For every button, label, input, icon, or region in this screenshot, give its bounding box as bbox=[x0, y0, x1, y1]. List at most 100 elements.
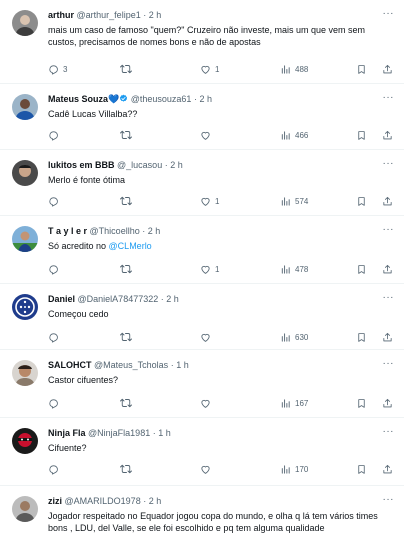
reply-button[interactable]: 3 bbox=[48, 64, 67, 75]
reply-button[interactable] bbox=[48, 398, 63, 409]
reply-button[interactable] bbox=[48, 196, 63, 207]
bookmark-button[interactable] bbox=[356, 64, 367, 75]
avatar[interactable] bbox=[12, 10, 38, 36]
avatar[interactable] bbox=[12, 160, 38, 186]
views-button[interactable]: 466 bbox=[280, 130, 308, 141]
author-handle[interactable]: @arthur_felipe1 bbox=[77, 10, 141, 20]
timestamp[interactable]: 2 h bbox=[199, 94, 212, 104]
share-button[interactable] bbox=[382, 332, 393, 343]
more-dots-icon[interactable]: ··· bbox=[383, 158, 395, 170]
views-button[interactable]: 478 bbox=[280, 264, 308, 275]
more-dots-icon[interactable]: ··· bbox=[383, 494, 395, 506]
author-name[interactable]: SALOHCT bbox=[48, 360, 92, 370]
author-name[interactable]: Daniel bbox=[48, 294, 75, 304]
separator-dot: · bbox=[193, 94, 197, 104]
author-name[interactable]: Mateus Souza bbox=[48, 94, 108, 104]
verified-badge-icon[interactable] bbox=[119, 94, 128, 103]
views-icon bbox=[280, 196, 291, 207]
views-button[interactable]: 167 bbox=[280, 398, 308, 409]
avatar[interactable] bbox=[12, 360, 38, 386]
share-button[interactable] bbox=[382, 398, 393, 409]
avatar[interactable] bbox=[12, 226, 38, 252]
retweet-button[interactable] bbox=[120, 463, 136, 475]
avatar[interactable] bbox=[12, 294, 38, 320]
author-name[interactable]: zizi bbox=[48, 496, 62, 506]
tweet[interactable]: lukitos em BBB @_lucasou · 2 h ··· Merlo… bbox=[0, 150, 404, 216]
share-button[interactable] bbox=[382, 464, 393, 475]
views-button[interactable]: 488 bbox=[280, 64, 308, 75]
reply-button[interactable] bbox=[48, 130, 63, 141]
reply-button[interactable] bbox=[48, 332, 63, 343]
timestamp[interactable]: 2 h bbox=[170, 160, 183, 170]
reply-button[interactable] bbox=[48, 264, 63, 275]
views-button[interactable]: 574 bbox=[280, 196, 308, 207]
author-handle[interactable]: @DanielA78477322 bbox=[78, 294, 159, 304]
share-button[interactable] bbox=[382, 196, 393, 207]
view-count: 466 bbox=[295, 130, 309, 140]
timestamp[interactable]: 2 h bbox=[149, 496, 162, 506]
retweet-button[interactable] bbox=[120, 195, 136, 207]
timestamp[interactable]: 1 h bbox=[158, 428, 171, 438]
views-icon bbox=[280, 398, 291, 409]
more-dots-icon[interactable]: ··· bbox=[383, 358, 395, 370]
bookmark-button[interactable] bbox=[356, 332, 367, 343]
retweet-button[interactable] bbox=[120, 63, 136, 75]
share-button[interactable] bbox=[382, 130, 393, 141]
avatar[interactable] bbox=[12, 94, 38, 120]
retweet-button[interactable] bbox=[120, 263, 136, 275]
author-handle[interactable]: @Mateus_Tcholas bbox=[94, 360, 168, 370]
tweet[interactable]: arthur @arthur_felipe1 · 2 h ··· mais um… bbox=[0, 0, 404, 84]
tweet[interactable]: Ninja Fla @NinjaFla1981 · 1 h ··· Cifuen… bbox=[0, 418, 404, 486]
more-dots-icon[interactable]: ··· bbox=[383, 292, 395, 304]
author-name[interactable]: Ninja Fla bbox=[48, 428, 86, 438]
more-dots-icon[interactable]: ··· bbox=[383, 426, 395, 438]
author-name[interactable]: arthur bbox=[48, 10, 74, 20]
like-button[interactable]: 1 bbox=[200, 196, 219, 207]
author-handle[interactable]: @NinjaFla1981 bbox=[88, 428, 150, 438]
bookmark-button[interactable] bbox=[356, 398, 367, 409]
like-button[interactable] bbox=[200, 130, 215, 141]
more-dots-icon[interactable]: ··· bbox=[383, 8, 395, 20]
like-button[interactable]: 1 bbox=[200, 264, 219, 275]
more-dots-icon[interactable]: ··· bbox=[383, 224, 395, 236]
bookmark-button[interactable] bbox=[356, 264, 367, 275]
bookmark-button[interactable] bbox=[356, 196, 367, 207]
like-button[interactable]: 1 bbox=[200, 64, 219, 75]
tweet[interactable]: T a y l e r @Thicoellho · 2 h ··· Só acr… bbox=[0, 216, 404, 284]
author-handle[interactable]: @AMARILDO1978 bbox=[65, 496, 141, 506]
views-button[interactable]: 170 bbox=[280, 464, 308, 475]
author-name[interactable]: T a y l e r bbox=[48, 226, 87, 236]
bookmark-button[interactable] bbox=[356, 130, 367, 141]
timestamp[interactable]: 1 h bbox=[176, 360, 189, 370]
view-count: 574 bbox=[295, 196, 309, 206]
retweet-button[interactable] bbox=[120, 129, 136, 141]
view-count: 488 bbox=[295, 64, 309, 74]
share-button[interactable] bbox=[382, 264, 393, 275]
like-button[interactable] bbox=[200, 332, 215, 343]
retweet-icon bbox=[120, 263, 132, 275]
timestamp[interactable]: 2 h bbox=[149, 10, 162, 20]
author-handle[interactable]: @Thicoellho bbox=[90, 226, 140, 236]
avatar[interactable] bbox=[12, 496, 38, 522]
tweet[interactable]: zizi @AMARILDO1978 · 2 h ··· Jogador res… bbox=[0, 486, 404, 548]
reply-button[interactable] bbox=[48, 464, 63, 475]
timestamp[interactable]: 2 h bbox=[148, 226, 161, 236]
author-name[interactable]: lukitos em BBB bbox=[48, 160, 115, 170]
retweet-button[interactable] bbox=[120, 331, 136, 343]
author-handle[interactable]: @_lucasou bbox=[117, 160, 162, 170]
tweet[interactable]: Mateus Souza💙 @theusouza61 · 2 h ··· Cad… bbox=[0, 84, 404, 150]
views-button[interactable]: 630 bbox=[280, 332, 308, 343]
tweet[interactable]: Daniel @DanielA78477322 · 2 h ··· Começo… bbox=[0, 284, 404, 350]
timestamp[interactable]: 2 h bbox=[166, 294, 179, 304]
retweet-button[interactable] bbox=[120, 397, 136, 409]
bookmark-button[interactable] bbox=[356, 464, 367, 475]
like-button[interactable] bbox=[200, 464, 215, 475]
avatar[interactable] bbox=[12, 428, 38, 454]
like-button[interactable] bbox=[200, 398, 215, 409]
mention-link[interactable]: @CLMerlo bbox=[109, 241, 152, 251]
share-button[interactable] bbox=[382, 64, 393, 75]
author-handle[interactable]: @theusouza61 bbox=[131, 94, 192, 104]
tweet[interactable]: SALOHCT @Mateus_Tcholas · 1 h ··· Castor… bbox=[0, 350, 404, 418]
more-dots-icon[interactable]: ··· bbox=[383, 92, 395, 104]
tweet-header: Daniel @DanielA78477322 · 2 h bbox=[48, 292, 394, 306]
